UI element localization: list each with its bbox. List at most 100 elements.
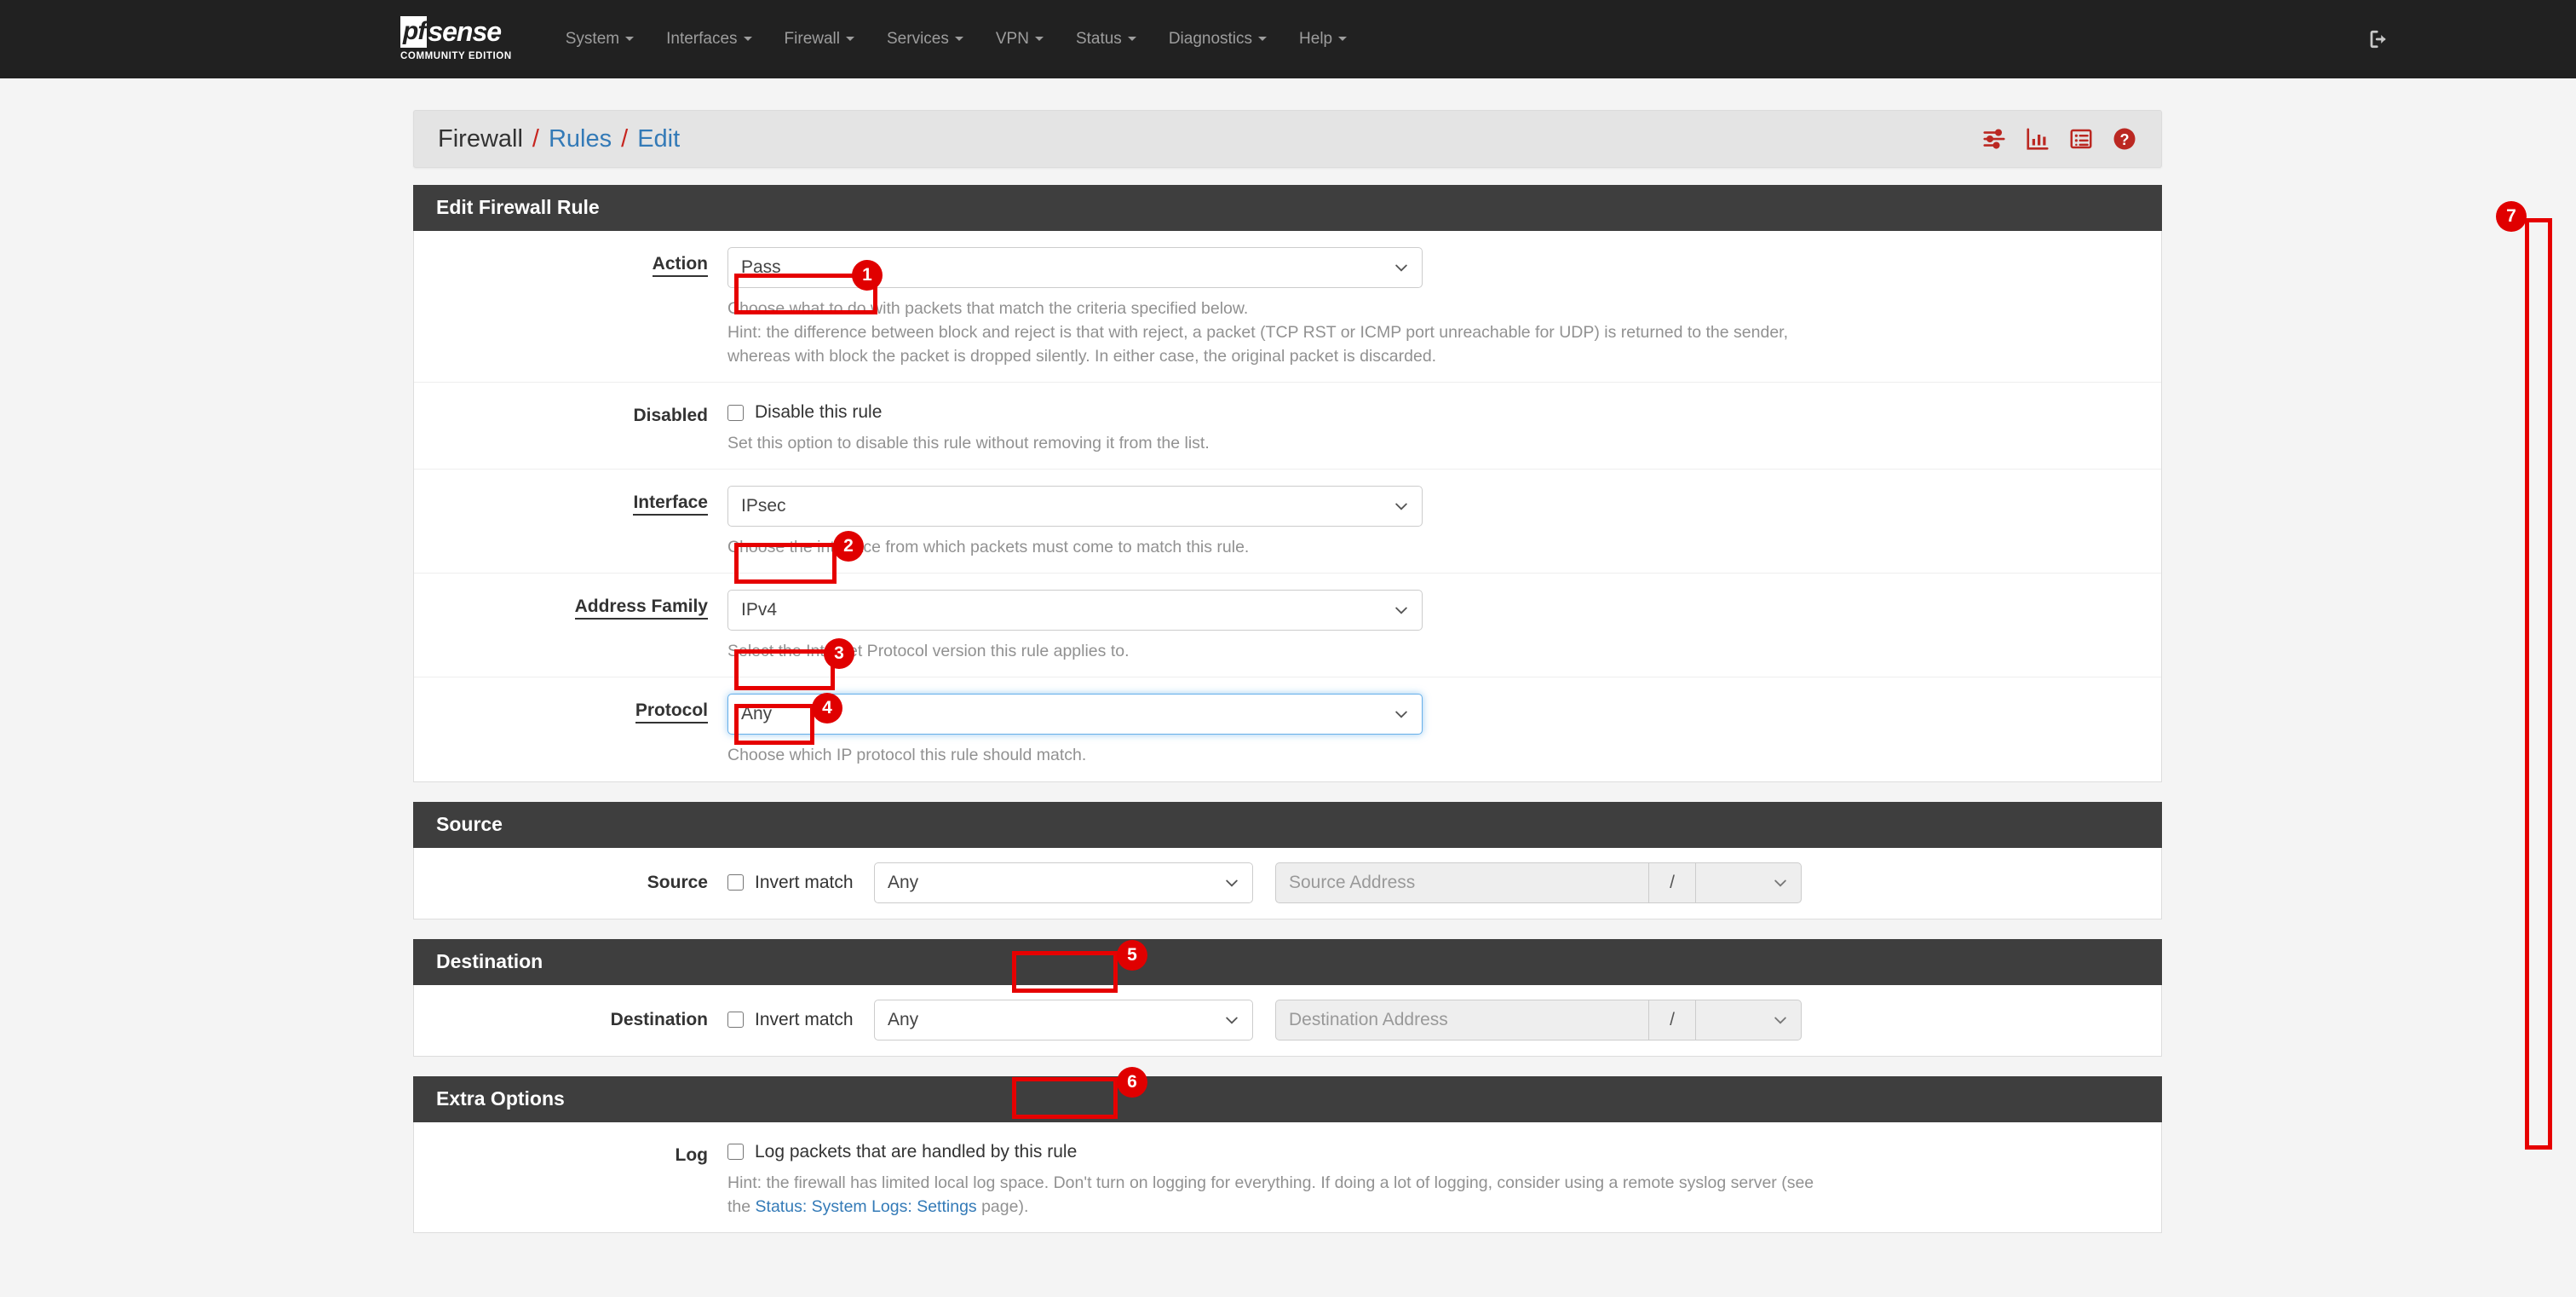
form-row-log: Log Log packets that are handled by this… bbox=[414, 1122, 2161, 1232]
nav-item-vpn[interactable]: VPN bbox=[980, 0, 1060, 78]
address-family-field-col: IPv4 Select the Internet Protocol versio… bbox=[727, 590, 2161, 663]
navbar-right-group bbox=[2367, 26, 2393, 52]
action-help: Choose what to do with packets that matc… bbox=[727, 297, 2144, 368]
source-type-select[interactable]: Any bbox=[874, 862, 1253, 903]
nav-item-status[interactable]: Status bbox=[1060, 0, 1153, 78]
pfsense-logo-mark: pf sense bbox=[400, 16, 512, 48]
destination-invert-group[interactable]: Invert match bbox=[727, 1010, 874, 1030]
chevron-down-icon bbox=[1223, 1012, 1240, 1029]
svg-text:?: ? bbox=[2119, 131, 2129, 148]
source-address-input[interactable]: Source Address bbox=[1275, 862, 1648, 903]
form-row-disabled: Disabled Disable this rule Set this opti… bbox=[414, 383, 2161, 470]
source-invert-checkbox[interactable] bbox=[727, 874, 744, 891]
source-address-group: Source Address / bbox=[1275, 862, 1802, 903]
pfsense-logo[interactable]: pf sense COMMUNITY EDITION bbox=[400, 16, 512, 63]
logo-subtitle: COMMUNITY EDITION bbox=[400, 51, 512, 61]
system-logs-settings-link[interactable]: Status: System Logs: Settings bbox=[756, 1197, 977, 1216]
nav-item-diagnostics[interactable]: Diagnostics bbox=[1153, 0, 1283, 78]
destination-mask-select[interactable] bbox=[1696, 1000, 1802, 1040]
nav-menu: System Interfaces Firewall Services VPN … bbox=[549, 0, 1363, 78]
form-row-destination: Destination Invert match Any Destination… bbox=[414, 985, 2161, 1056]
disable-rule-checkbox-label[interactable]: Disable this rule bbox=[755, 402, 882, 423]
list-icon[interactable] bbox=[2068, 126, 2094, 152]
destination-address-placeholder: Destination Address bbox=[1289, 1010, 1448, 1030]
breadcrumb-separator: / bbox=[621, 125, 628, 153]
destination-label: Destination bbox=[414, 1010, 727, 1030]
address-family-select-value: IPv4 bbox=[741, 600, 777, 620]
nav-item-help[interactable]: Help bbox=[1283, 0, 1363, 78]
sliders-icon[interactable] bbox=[1981, 126, 2007, 152]
destination-address-slash: / bbox=[1648, 1000, 1696, 1040]
nav-item-label: Services bbox=[887, 30, 949, 48]
destination-invert-checkbox[interactable] bbox=[727, 1012, 744, 1028]
panel-title-destination: Destination bbox=[413, 939, 2162, 985]
disabled-field-col: Disable this rule Set this option to dis… bbox=[727, 399, 2161, 455]
interface-select[interactable]: IPsec bbox=[727, 486, 1423, 527]
disable-rule-checkbox[interactable] bbox=[727, 405, 744, 421]
chevron-down-icon bbox=[1393, 706, 1410, 723]
log-label: Log bbox=[414, 1138, 727, 1219]
nav-item-label: Help bbox=[1299, 30, 1332, 48]
address-family-label: Address Family bbox=[414, 590, 727, 663]
source-type-value: Any bbox=[888, 873, 918, 893]
panel-title-source: Source bbox=[413, 802, 2162, 848]
nav-item-label: Firewall bbox=[785, 30, 840, 48]
protocol-select[interactable]: Any bbox=[727, 694, 1423, 735]
logo-pf-text: pf bbox=[400, 16, 427, 48]
action-select-value: Pass bbox=[741, 257, 781, 278]
logout-icon[interactable] bbox=[2367, 26, 2393, 52]
action-field-col: Pass Choose what to do with packets that… bbox=[727, 247, 2161, 368]
source-invert-group[interactable]: Invert match bbox=[727, 873, 874, 893]
log-help-suffix: page). bbox=[977, 1197, 1029, 1216]
log-help-line2: the Status: System Logs: Settings page). bbox=[727, 1195, 2144, 1219]
page-content: Firewall / Rules / Edit bbox=[0, 78, 2576, 1297]
log-help-prefix: the bbox=[727, 1197, 756, 1216]
annotation-badge-7: 7 bbox=[2496, 201, 2527, 232]
edit-firewall-rule-panel: Edit Firewall Rule Action Pass Choose wh… bbox=[413, 185, 2162, 1233]
top-navbar: pf sense COMMUNITY EDITION System Interf… bbox=[0, 0, 2576, 78]
protocol-field-col: Any Choose which IP protocol this rule s… bbox=[727, 694, 2161, 767]
log-packets-checkbox-row[interactable]: Log packets that are handled by this rul… bbox=[727, 1138, 2144, 1162]
nav-item-label: Interfaces bbox=[666, 30, 737, 48]
action-select[interactable]: Pass bbox=[727, 247, 1423, 288]
breadcrumb-rules-link[interactable]: Rules bbox=[549, 125, 612, 153]
panel-spacer bbox=[413, 782, 2162, 802]
extra-options-body: Log Log packets that are handled by this… bbox=[413, 1122, 2162, 1233]
help-icon[interactable]: ? bbox=[2112, 126, 2137, 152]
form-row-protocol: Protocol Any Choose which IP protocol th… bbox=[414, 677, 2161, 781]
breadcrumb-edit-link[interactable]: Edit bbox=[637, 125, 680, 153]
source-mask-select[interactable] bbox=[1696, 862, 1802, 903]
interface-field-col: IPsec Choose the interface from which pa… bbox=[727, 486, 2161, 559]
interface-help: Choose the interface from which packets … bbox=[727, 535, 2144, 559]
bar-chart-icon[interactable] bbox=[2025, 126, 2050, 152]
form-row-source: Source Invert match Any Source Address / bbox=[414, 848, 2161, 919]
log-field-col: Log packets that are handled by this rul… bbox=[727, 1138, 2161, 1219]
destination-address-input[interactable]: Destination Address bbox=[1275, 1000, 1648, 1040]
panel-spacer bbox=[413, 919, 2162, 939]
nav-item-services[interactable]: Services bbox=[871, 0, 980, 78]
interface-label: Interface bbox=[414, 486, 727, 559]
address-family-help: Select the Internet Protocol version thi… bbox=[727, 639, 2144, 663]
protocol-help: Choose which IP protocol this rule shoul… bbox=[727, 743, 2144, 767]
logo-sense-text: sense bbox=[428, 18, 501, 45]
protocol-select-value: Any bbox=[741, 704, 772, 724]
nav-item-system[interactable]: System bbox=[549, 0, 650, 78]
disable-rule-checkbox-row[interactable]: Disable this rule bbox=[727, 399, 2144, 423]
source-invert-label[interactable]: Invert match bbox=[755, 873, 854, 893]
panel-title-extra-options: Extra Options bbox=[413, 1076, 2162, 1122]
destination-type-select[interactable]: Any bbox=[874, 1000, 1253, 1040]
destination-invert-label[interactable]: Invert match bbox=[755, 1010, 854, 1030]
address-family-select[interactable]: IPv4 bbox=[727, 590, 1423, 631]
edit-rule-body: Action Pass Choose what to do with packe… bbox=[413, 231, 2162, 782]
nav-item-interfaces[interactable]: Interfaces bbox=[650, 0, 768, 78]
nav-item-firewall[interactable]: Firewall bbox=[768, 0, 871, 78]
action-label: Action bbox=[414, 247, 727, 368]
disabled-help: Set this option to disable this rule wit… bbox=[727, 431, 2144, 455]
nav-item-label: Status bbox=[1076, 30, 1122, 48]
log-packets-checkbox[interactable] bbox=[727, 1144, 744, 1160]
log-packets-checkbox-label[interactable]: Log packets that are handled by this rul… bbox=[755, 1142, 1077, 1162]
chevron-down-icon bbox=[955, 37, 963, 41]
chevron-down-icon bbox=[1393, 602, 1410, 619]
form-row-interface: Interface IPsec Choose the interface fro… bbox=[414, 470, 2161, 574]
source-address-placeholder: Source Address bbox=[1289, 873, 1415, 893]
